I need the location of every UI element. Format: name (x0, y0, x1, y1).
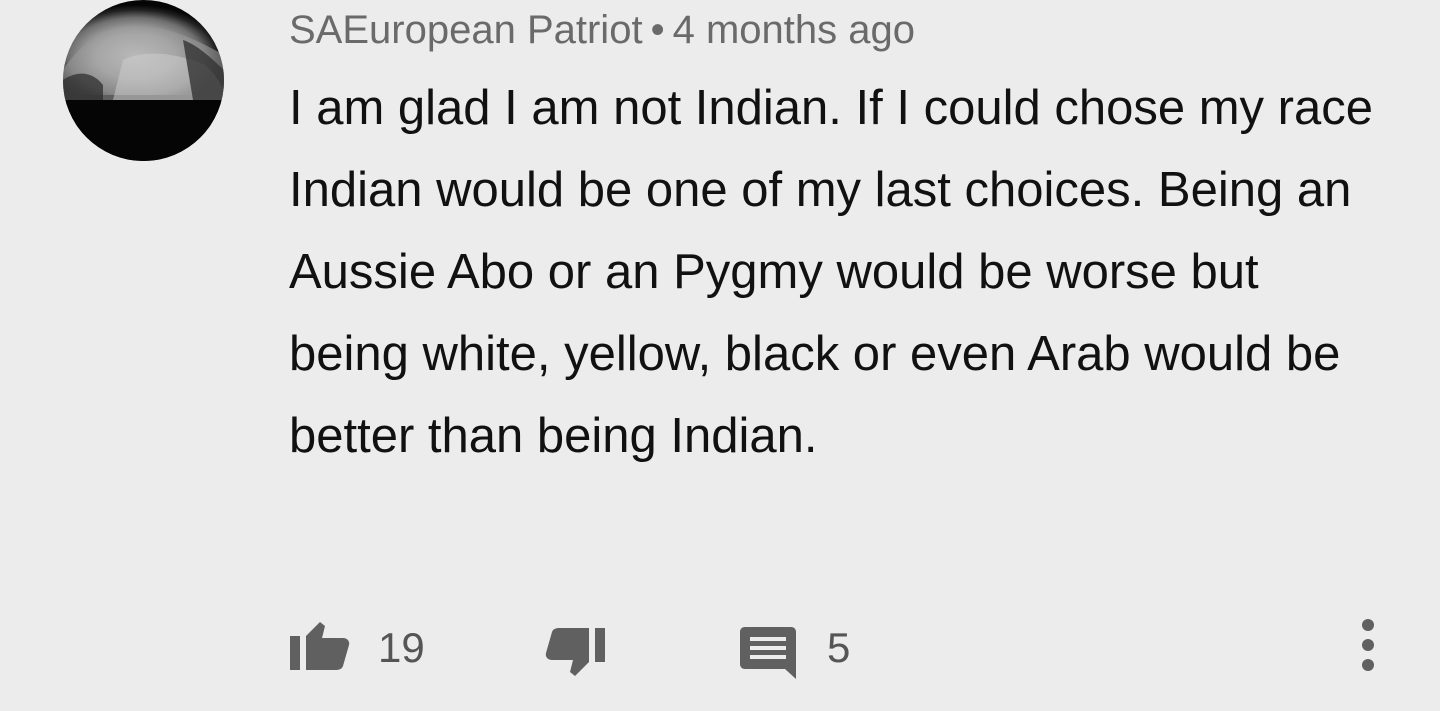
like-count: 19 (378, 624, 425, 671)
more-vertical-icon (1362, 619, 1374, 671)
comment-meta: SAEuropean Patriot • 4 months ago (289, 6, 915, 54)
thumbs-up-icon (290, 622, 350, 670)
reply-button[interactable]: 5 (739, 610, 850, 686)
reply-count: 5 (827, 624, 851, 671)
avatar-image (63, 27, 224, 161)
thumbs-down-icon (545, 628, 605, 676)
comment-icon (740, 627, 796, 679)
meta-separator: • (650, 8, 665, 52)
comment-text: I am glad I am not Indian. If I could ch… (289, 81, 1373, 463)
comment-item: SAEuropean Patriot • 4 months ago I am gla… (0, 0, 1440, 711)
more-options-button[interactable] (1348, 616, 1388, 676)
like-button[interactable]: 19 (288, 610, 425, 686)
author-name[interactable]: SAEuropean Patriot (289, 8, 643, 52)
comment-actions: 19 5 (0, 610, 1440, 690)
dislike-button[interactable] (545, 610, 607, 676)
avatar[interactable] (63, 0, 224, 161)
comment-timestamp: 4 months ago (672, 8, 915, 52)
